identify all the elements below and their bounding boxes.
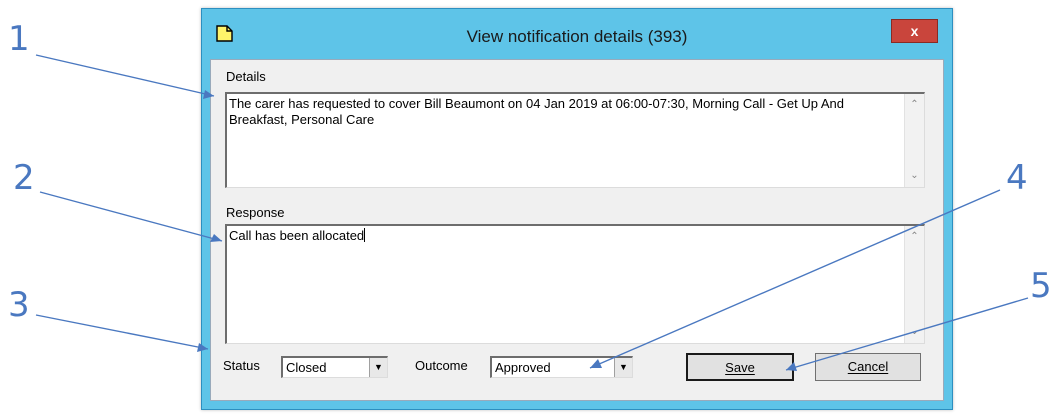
leader-line-1 bbox=[35, 54, 215, 97]
details-label: Details bbox=[226, 69, 266, 84]
cancel-button[interactable]: Cancel bbox=[815, 353, 921, 381]
scroll-up-icon[interactable]: ⌃ bbox=[905, 96, 924, 114]
response-scrollbar[interactable]: ⌃ ⌄ bbox=[904, 226, 924, 343]
outcome-select[interactable]: Approved ▼ bbox=[490, 356, 633, 378]
status-select[interactable]: Closed ▼ bbox=[281, 356, 388, 378]
outcome-value: Approved bbox=[495, 360, 551, 375]
text-cursor bbox=[364, 228, 366, 242]
response-label: Response bbox=[226, 205, 285, 220]
chevron-down-icon[interactable]: ▼ bbox=[614, 358, 632, 377]
callout-2: 2 bbox=[13, 158, 35, 198]
dialog-body: Details The carer has requested to cover… bbox=[210, 59, 944, 401]
outcome-label: Outcome bbox=[415, 358, 468, 373]
window-title: View notification details (393) bbox=[466, 27, 688, 46]
callout-3: 3 bbox=[8, 285, 30, 325]
details-textarea[interactable]: The carer has requested to cover Bill Be… bbox=[225, 92, 925, 188]
save-button[interactable]: Save bbox=[686, 353, 794, 381]
scroll-up-icon[interactable]: ⌃ bbox=[905, 228, 924, 246]
details-scrollbar[interactable]: ⌃ ⌄ bbox=[904, 94, 924, 187]
response-text: Call has been allocated bbox=[229, 228, 365, 243]
status-label: Status bbox=[223, 358, 260, 373]
scroll-down-icon[interactable]: ⌄ bbox=[905, 323, 924, 341]
leader-line-2 bbox=[39, 191, 223, 242]
close-button[interactable]: x bbox=[891, 19, 938, 43]
callout-1: 1 bbox=[8, 19, 30, 59]
notification-dialog: View notification details (393) x Detail… bbox=[201, 8, 953, 410]
save-label: Save bbox=[725, 360, 755, 375]
chevron-down-icon[interactable]: ▼ bbox=[369, 358, 387, 377]
title-bar[interactable]: View notification details (393) x bbox=[202, 9, 952, 59]
cancel-label: Cancel bbox=[847, 359, 889, 374]
leader-line-3 bbox=[35, 314, 209, 350]
scroll-down-icon[interactable]: ⌄ bbox=[905, 167, 924, 185]
response-textarea[interactable]: Call has been allocated ⌃ ⌄ bbox=[225, 224, 925, 344]
callout-5: 5 bbox=[1030, 266, 1052, 306]
status-value: Closed bbox=[286, 360, 327, 375]
callout-4: 4 bbox=[1006, 158, 1028, 198]
details-text: The carer has requested to cover Bill Be… bbox=[229, 96, 844, 127]
